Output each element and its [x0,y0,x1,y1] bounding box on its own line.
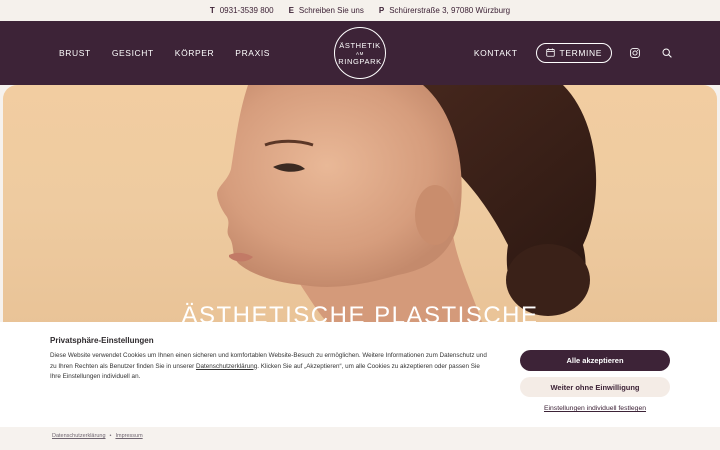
search-icon[interactable] [661,47,673,59]
hero-portrait-image [217,85,597,325]
address-text[interactable]: Schürerstraße 3, 97080 Würzburg [389,6,510,15]
nav-gesicht[interactable]: GESICHT [112,48,154,58]
main-nav: BRUST GESICHT KÖRPER PRAXIS [59,21,270,85]
header-actions: KONTAKT TERMINE [474,21,673,85]
termine-label: TERMINE [559,48,602,58]
phone-number[interactable]: 0931-3539 800 [220,6,274,15]
footer-privacy-link[interactable]: Datenschutzerklärung [52,433,106,439]
nav-brust[interactable]: BRUST [59,48,91,58]
logo-line-3: RINGPARK [338,56,382,66]
footer-separator: • [109,433,112,439]
cookie-footer-links: Datenschutzerklärung • Impressum [52,433,143,439]
address-contact[interactable]: P Schürerstraße 3, 97080 Würzburg [379,6,510,15]
logo-line-2: AM [356,50,364,56]
email-contact[interactable]: E Schreiben Sie uns [289,6,364,15]
contact-topbar: T 0931-3539 800 E Schreiben Sie uns P Sc… [0,0,720,21]
calendar-icon [545,44,555,62]
footer-imprint-link[interactable]: Impressum [115,433,142,439]
continue-without-consent-button[interactable]: Weiter ohne Einwilligung [520,377,670,397]
hero-banner: ÄSTHETISCHE PLASTISCHE [3,85,717,325]
privacy-policy-link[interactable]: Datenschutzerklärung [196,363,257,370]
cookie-text: Diese Website verwendet Cookies um Ihnen… [50,351,490,383]
accept-all-button[interactable]: Alle akzeptieren [520,350,670,371]
address-key: P [378,6,385,15]
instagram-icon[interactable] [629,47,641,59]
nav-praxis[interactable]: PRAXIS [235,48,270,58]
email-key: E [288,6,294,15]
phone-key: T [209,6,215,15]
email-link[interactable]: Schreiben Sie uns [299,6,364,15]
cookie-title: Privatsphäre-Einstellungen [50,336,154,345]
main-header: BRUST GESICHT KÖRPER PRAXIS ÄSTHETIK AM … [0,21,720,85]
termine-button[interactable]: TERMINE [535,43,612,63]
phone-contact[interactable]: T 0931-3539 800 [210,6,274,15]
nav-kontakt[interactable]: KONTAKT [474,48,518,58]
nav-koerper[interactable]: KÖRPER [175,48,215,58]
logo-line-1: ÄSTHETIK [339,40,381,50]
individual-settings-link[interactable]: Einstellungen individuell festlegen [520,405,670,412]
site-logo[interactable]: ÄSTHETIK AM RINGPARK [334,27,386,79]
cookie-consent-banner: Privatsphäre-Einstellungen Diese Website… [0,322,720,427]
